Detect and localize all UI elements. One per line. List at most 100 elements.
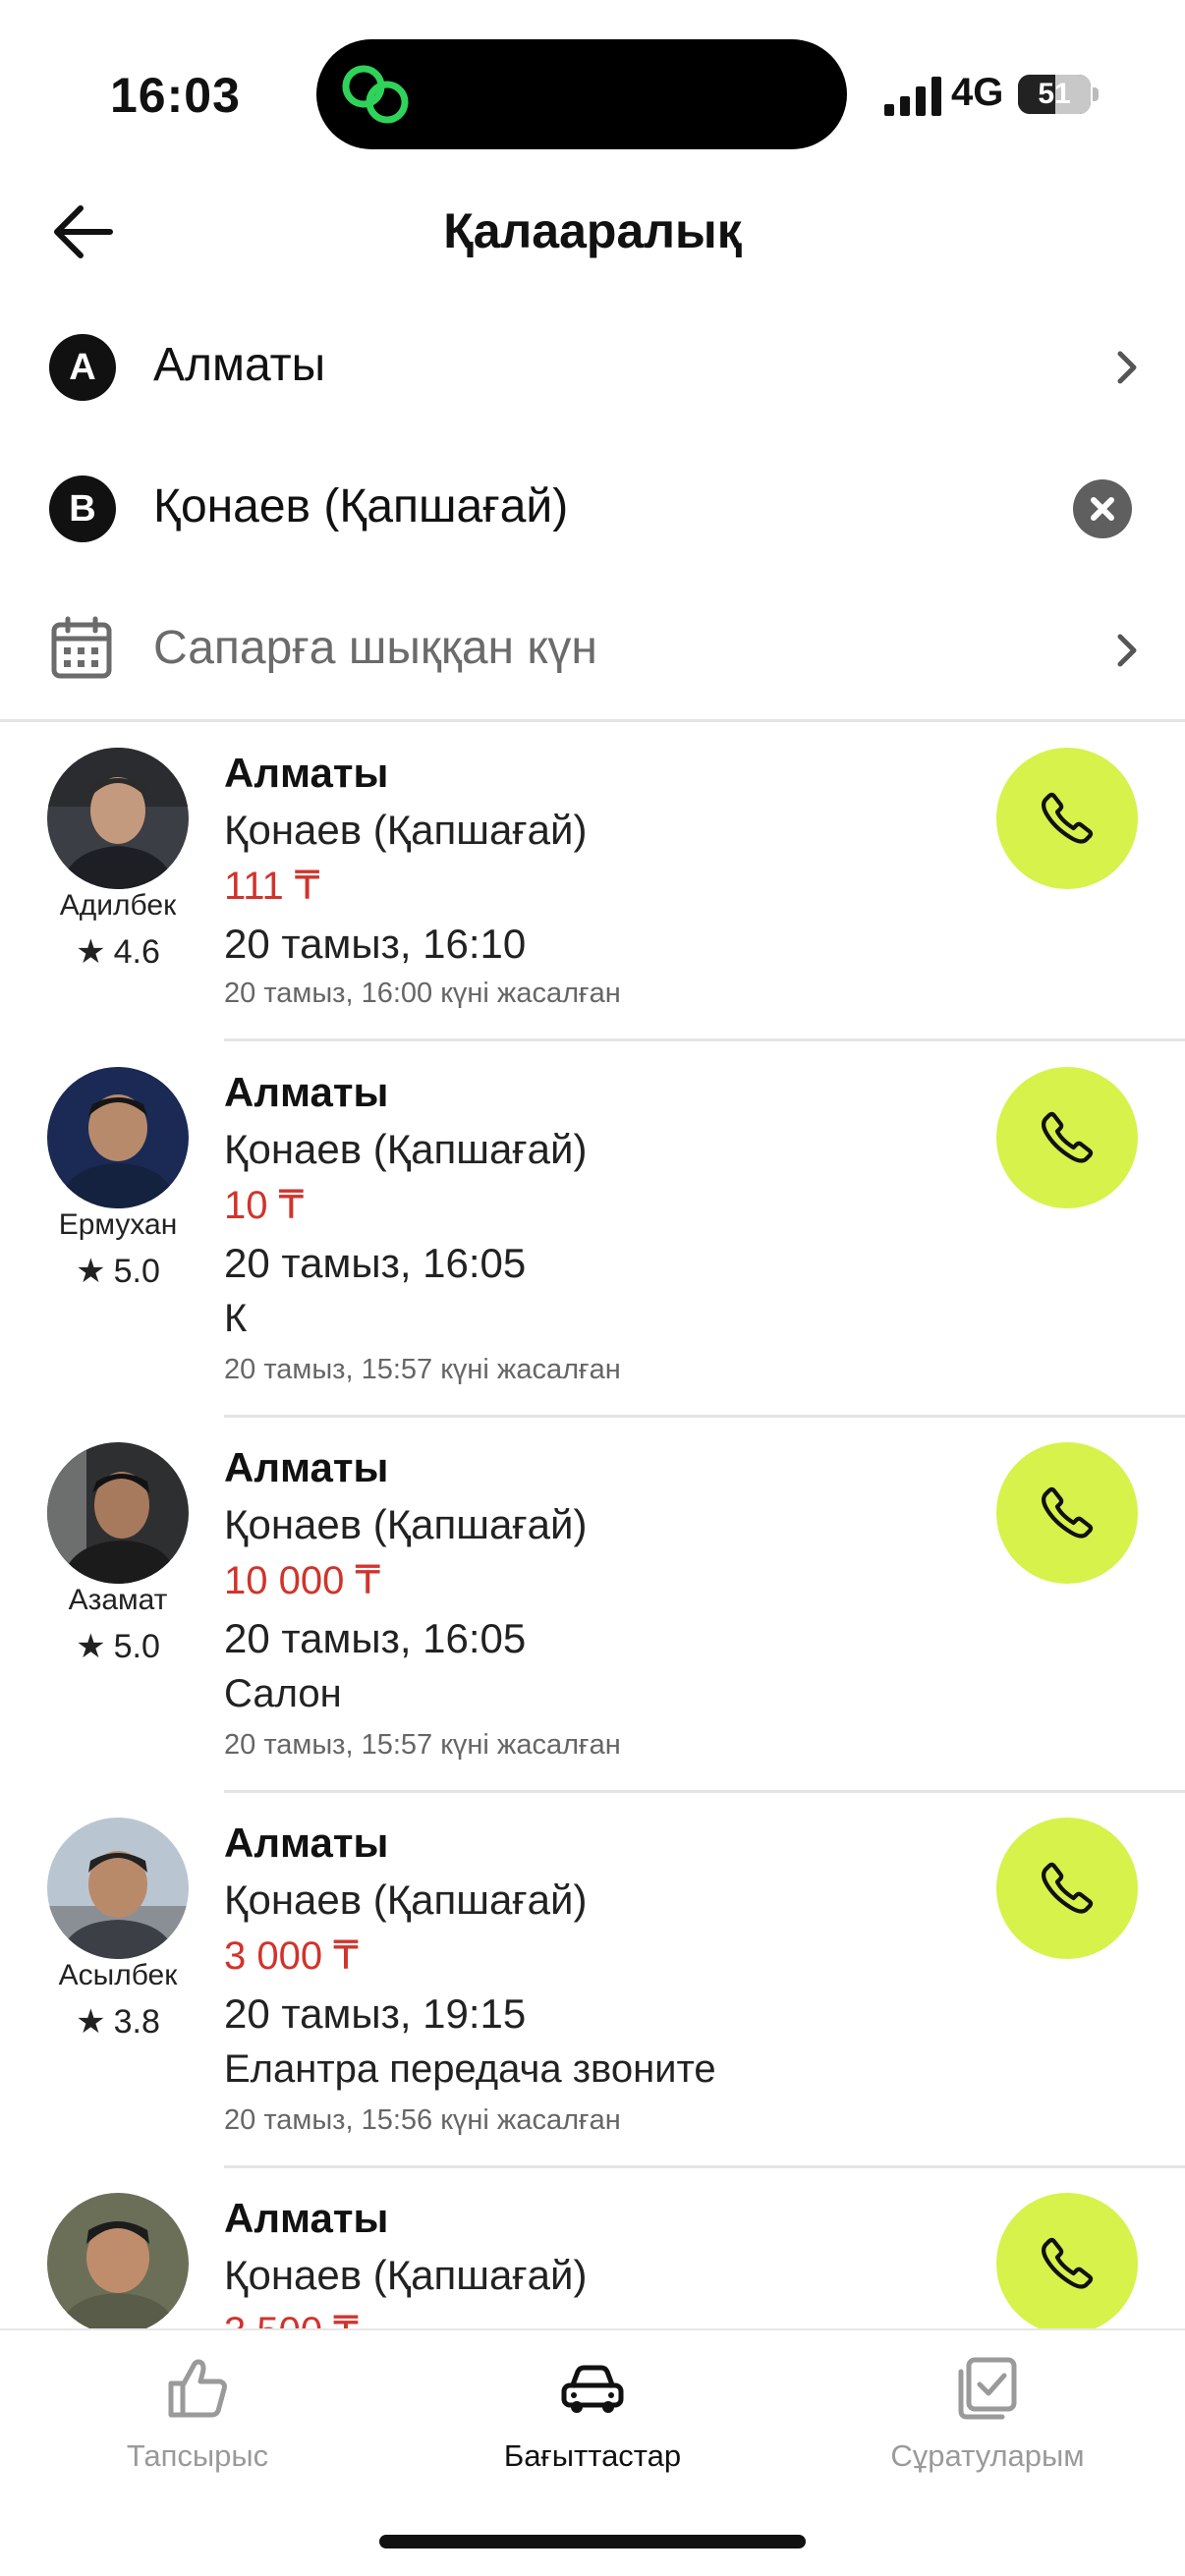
ride-created-at: 20 тамыз, 15:57 күні жасалған [224,1354,621,1385]
checklist-icon [958,2357,1017,2420]
home-indicator [379,2535,806,2548]
route-to-row[interactable]: B Қонаев (Қапшағай) [0,444,1185,572]
network-type: 4G [951,71,1004,114]
route-from: Алматы [153,339,326,391]
star-icon: ★ [76,2003,106,2041]
phone-icon [1042,1111,1094,1163]
from-badge: A [49,334,116,401]
ride-to: Қонаев (Қапшағай) [224,1501,588,1547]
driver-photo [47,1442,189,1584]
phone-icon [1042,1862,1094,1914]
rating-value: 3.8 [113,2003,160,2041]
ride-list[interactable]: Адилбек ★ 4.6 Алматы Қонаев (Қапшағай) 11… [0,722,1185,2328]
status-time: 16:03 [110,68,241,123]
signal-bars-icon [884,77,941,116]
ride-note: Салон [224,1672,342,1715]
ride-from: Алматы [224,1820,389,1866]
call-button[interactable] [996,1067,1138,1208]
driver-photo [47,1067,189,1208]
phone-icon [1042,1486,1094,1539]
avatar [47,748,189,889]
tab-label: Бағыттастар [503,2438,682,2473]
ride-to: Қонаев (Қапшағай) [224,1876,588,1923]
ride-to: Қонаев (Қапшағай) [224,2252,588,2298]
ride-card[interactable]: Адилбек ★ 4.6 Алматы Қонаев (Қапшағай) 11… [0,722,1185,1041]
chevron-right-icon [1117,634,1137,667]
ride-created-at: 20 тамыз, 16:00 күні жасалған [224,978,621,1009]
calendar-icon [51,616,112,679]
ride-card[interactable]: Асылбек ★ 3.8 Алматы Қонаев (Қапшағай) 3 … [0,1792,1185,2168]
ride-created-at: 20 тамыз, 15:57 күні жасалған [224,1729,621,1761]
ride-from: Алматы [224,2195,389,2241]
tab-routes[interactable]: Бағыттастар [395,2330,790,2497]
ride-price: 10 000 ₸ [224,1559,380,1602]
ride-departure-time: 20 тамыз, 16:10 [224,921,527,967]
driver-rating: ★ 3.8 [20,2002,216,2042]
driver-rating: ★ 5.0 [20,1627,216,1666]
driver-name: Азамат [68,1584,168,1616]
driver-name: Асылбек [58,1959,178,1991]
battery-level: 51 [1038,78,1071,110]
ride-card[interactable]: Ермухан ★ 5.0 Алматы Қонаев (Қапшағай) 10… [0,1041,1185,1418]
page-title: Қалааралық [443,203,742,258]
header: Қалааралық [0,177,1185,285]
app-link-icon [342,65,409,124]
chevron-right-icon [1117,351,1137,384]
avatar [47,2193,189,2328]
ride-card[interactable]: Алматы Қонаев (Қапшағай) 3 500 ₸ [0,2167,1185,2328]
ride-price: 111 ₸ [224,865,320,908]
driver-photo [47,1818,189,1959]
rating-value: 4.6 [113,933,160,971]
avatar [47,1067,189,1208]
dynamic-island [316,39,847,149]
ride-price: 3 500 ₸ [224,2309,359,2328]
close-icon [1091,497,1114,521]
tab-label: Сұратуларым [890,2438,1085,2473]
driver-rating: ★ 5.0 [20,1252,216,1291]
car-icon [561,2365,624,2413]
avatar [47,1818,189,1959]
to-badge: B [49,476,116,542]
status-bar: 16:03 4G 51 [0,0,1185,177]
date-picker-row[interactable]: Сапарға шыққан күн [0,586,1185,713]
call-button[interactable] [996,1442,1138,1584]
clear-destination-button[interactable] [1073,479,1132,538]
ride-price: 3 000 ₸ [224,1934,359,1978]
rating-value: 5.0 [113,1253,160,1290]
ride-card[interactable]: Азамат ★ 5.0 Алматы Қонаев (Қапшағай) 10 … [0,1417,1185,1793]
battery-indicator: 51 [1018,75,1091,114]
battery-cap [1093,87,1099,101]
ride-departure-time: 20 тамыз, 19:15 [224,1990,527,2037]
star-icon: ★ [76,1253,106,1290]
call-button[interactable] [996,748,1138,889]
call-button[interactable] [996,2193,1138,2328]
tab-label: Тапсырыс [126,2438,269,2473]
driver-photo [47,748,189,889]
ride-note: К [224,1297,248,1340]
phone-icon [1042,792,1094,844]
ride-to: Қонаев (Қапшағай) [224,1126,588,1172]
tab-orders[interactable]: Тапсырыс [0,2330,395,2497]
thumbs-up-icon [168,2359,227,2418]
ride-from: Алматы [224,1069,389,1115]
driver-name: Адилбек [59,889,177,922]
driver-name: Ермухан [58,1208,178,1241]
star-icon: ★ [76,933,106,971]
ride-from: Алматы [224,750,389,796]
ride-note: Елантра передача звоните [224,2047,716,2091]
driver-photo [47,2193,189,2328]
ride-departure-time: 20 тамыз, 16:05 [224,1240,527,1286]
phone-icon [1042,2237,1094,2289]
avatar [47,1442,189,1584]
ride-departure-time: 20 тамыз, 16:05 [224,1615,527,1661]
star-icon: ★ [76,1628,106,1665]
tab-requests[interactable]: Сұратуларым [790,2330,1185,2497]
rating-value: 5.0 [113,1628,160,1665]
route-to: Қонаев (Қапшағай) [153,480,569,532]
ride-created-at: 20 тамыз, 15:56 күні жасалған [224,2104,621,2136]
date-placeholder: Сапарға шыққан күн [153,622,597,674]
ride-from: Алматы [224,1444,389,1490]
ride-price: 10 ₸ [224,1184,305,1227]
call-button[interactable] [996,1818,1138,1959]
route-from-row[interactable]: A Алматы [0,303,1185,430]
